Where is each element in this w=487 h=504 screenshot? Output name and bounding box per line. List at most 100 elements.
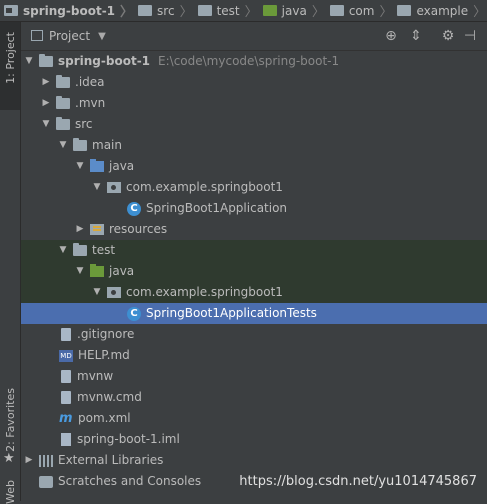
breadcrumb-item-project[interactable]: spring-boot-1 〉 [0, 1, 134, 20]
web-tab-label[interactable]: Web [4, 480, 17, 504]
breadcrumb-item-com[interactable]: com 〉 [326, 1, 394, 20]
chevron-right-icon: 〉 [244, 5, 258, 20]
breadcrumb-label: com [348, 3, 375, 18]
tree-label: .mvn [75, 96, 106, 110]
tree-item-root[interactable]: ▼ spring-boot-1 E:\code\mycode\spring-bo… [21, 51, 487, 72]
breadcrumb-label: test [216, 3, 240, 18]
tree-item-main[interactable]: ▼ main [21, 135, 487, 156]
root-path: E:\code\mycode\spring-boot-1 [158, 54, 340, 68]
tree-item-idea[interactable]: ▶ .idea [21, 72, 487, 93]
library-icon [39, 454, 53, 467]
resources-folder-icon [90, 224, 104, 235]
tree-label: Scratches and Consoles [58, 474, 202, 488]
test-source-folder-icon [262, 5, 277, 16]
project-tab-label: 1: Project [4, 32, 17, 84]
folder-icon [197, 5, 212, 16]
tree-item-resources[interactable]: ▶ resources [21, 219, 487, 240]
collapse-icon[interactable]: ⇕ [407, 27, 425, 45]
tree-label: .gitignore [77, 327, 135, 341]
folder-icon [73, 138, 87, 151]
favorites-tab-label[interactable]: 2: Favorites [4, 388, 17, 452]
tree-item-pom[interactable]: m pom.xml [21, 408, 487, 429]
tree-label: main [92, 138, 122, 152]
tree-label: SpringBoot1Application [146, 201, 288, 215]
chevron-right-icon: 〉 [179, 5, 193, 20]
markdown-icon: MD [59, 349, 73, 362]
tree-label: test [92, 243, 116, 257]
breadcrumb-item-src[interactable]: src 〉 [134, 1, 194, 20]
tree-item-main-java[interactable]: ▼ java [21, 156, 487, 177]
collapse-arrow-icon[interactable]: ▶ [40, 72, 52, 93]
tool-window-project-tab[interactable]: 1: Project [0, 22, 20, 110]
tree-item-src[interactable]: ▼ src [21, 114, 487, 135]
tree-label: SpringBoot1ApplicationTests [146, 306, 317, 320]
tree-label: java [109, 159, 135, 173]
hide-icon[interactable]: ⊣ [461, 27, 479, 45]
collapse-arrow-icon[interactable]: ▶ [40, 93, 52, 114]
project-folder-icon [4, 5, 18, 16]
breadcrumb: spring-boot-1 〉 src 〉 test 〉 java 〉 com … [0, 0, 487, 22]
test-source-folder-icon [90, 264, 104, 277]
project-tree: ▼ spring-boot-1 E:\code\mycode\spring-bo… [21, 51, 487, 492]
expand-arrow-icon[interactable]: ▼ [40, 114, 52, 135]
chevron-down-icon[interactable]: ▼ [98, 31, 106, 42]
tree-label: mvnw [77, 369, 114, 383]
expand-arrow-icon[interactable]: ▼ [74, 156, 86, 177]
expand-arrow-icon[interactable]: ▼ [23, 51, 35, 72]
tree-item-gitignore[interactable]: .gitignore [21, 324, 487, 345]
expand-arrow-icon[interactable]: ▼ [57, 240, 69, 261]
breadcrumb-item-test[interactable]: test 〉 [194, 1, 259, 20]
tree-label: HELP.md [78, 348, 130, 362]
star-icon: ★ [3, 451, 15, 466]
chevron-right-icon: 〉 [379, 5, 393, 20]
chevron-right-icon: 〉 [311, 5, 325, 20]
tree-item-mvn[interactable]: ▶ .mvn [21, 93, 487, 114]
tree-label: com.example.springboot1 [126, 180, 283, 194]
folder-icon [138, 5, 153, 16]
project-view-icon [31, 30, 43, 41]
tree-label: pom.xml [78, 411, 131, 425]
tree-item-main-class[interactable]: C SpringBoot1Application [21, 198, 487, 219]
tree-item-mvnw[interactable]: mvnw [21, 366, 487, 387]
locate-icon[interactable]: ⊕ [382, 27, 400, 45]
maven-icon: m [59, 411, 73, 426]
tree-item-external-libraries[interactable]: ▶ External Libraries [21, 450, 487, 471]
expand-arrow-icon[interactable]: ▼ [91, 282, 103, 303]
tree-item-main-package[interactable]: ▼ com.example.springboot1 [21, 177, 487, 198]
tree-label: External Libraries [58, 453, 164, 467]
tree-item-mvnw-cmd[interactable]: mvnw.cmd [21, 387, 487, 408]
breadcrumb-item-example[interactable]: example 〉 [393, 1, 487, 20]
tree-label: spring-boot-1.iml [77, 432, 180, 446]
file-icon [61, 328, 71, 341]
tree-item-test[interactable]: ▼ test [21, 240, 487, 261]
folder-icon [56, 75, 70, 88]
package-icon [329, 5, 344, 16]
breadcrumb-item-java[interactable]: java 〉 [259, 1, 326, 20]
tree-item-test-class[interactable]: C SpringBoot1ApplicationTests [21, 303, 487, 324]
tree-label: com.example.springboot1 [126, 285, 283, 299]
collapse-arrow-icon[interactable]: ▶ [74, 219, 86, 240]
expand-arrow-icon[interactable]: ▼ [74, 261, 86, 282]
file-icon [61, 370, 71, 383]
chevron-right-icon: 〉 [120, 5, 134, 20]
file-icon [61, 391, 71, 404]
package-icon [107, 182, 121, 193]
gear-icon[interactable]: ⚙ [439, 27, 457, 45]
tree-item-test-package[interactable]: ▼ com.example.springboot1 [21, 282, 487, 303]
expand-arrow-icon[interactable]: ▼ [91, 177, 103, 198]
source-folder-icon [90, 159, 104, 172]
tree-label: .idea [75, 75, 105, 89]
tree-label: java [109, 264, 135, 278]
tree-label: mvnw.cmd [77, 390, 142, 404]
tree-item-test-java[interactable]: ▼ java [21, 261, 487, 282]
collapse-arrow-icon[interactable]: ▶ [23, 450, 35, 471]
spring-boot-class-icon: C [127, 201, 141, 216]
tree-label: src [75, 117, 93, 131]
module-folder-icon [39, 54, 53, 67]
tree-item-iml[interactable]: spring-boot-1.iml [21, 429, 487, 450]
expand-arrow-icon[interactable]: ▼ [57, 135, 69, 156]
class-icon: C [127, 306, 141, 321]
tree-item-help[interactable]: MD HELP.md [21, 345, 487, 366]
chevron-right-icon: 〉 [473, 5, 487, 20]
panel-title[interactable]: Project [49, 29, 90, 43]
